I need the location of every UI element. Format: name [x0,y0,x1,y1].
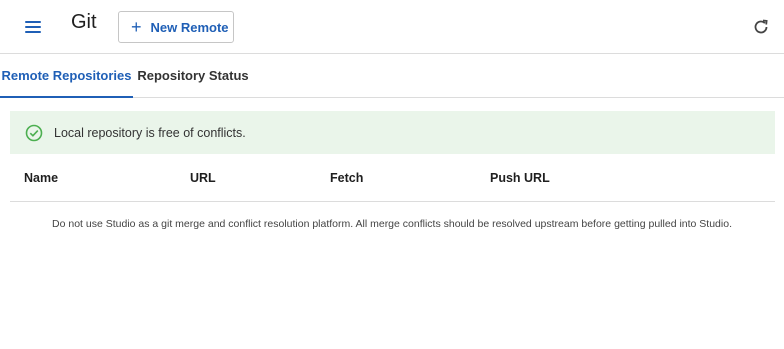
tab-remote-repositories[interactable]: Remote Repositories [0,55,133,98]
hamburger-menu-icon[interactable] [22,16,48,38]
tab-repository-status[interactable]: Repository Status [133,55,253,98]
column-header-name: Name [24,171,59,185]
status-message: Local repository is free of conflicts. [54,125,246,140]
new-remote-button[interactable]: + New Remote [118,11,234,43]
app-header: Git + New Remote [0,0,784,54]
column-header-fetch: Fetch [330,171,364,185]
check-circle-icon [25,124,43,141]
remotes-table-header: Name URL Fetch Push URL [10,165,775,202]
column-header-url: URL [190,171,216,185]
status-alert: Local repository is free of conflicts. [10,111,775,154]
conflict-note: Do not use Studio as a git merge and con… [52,218,732,230]
plus-icon: + [131,17,142,37]
new-remote-label: New Remote [150,19,229,35]
tab-bar: Remote Repositories Repository Status [0,55,784,98]
page-title: Git [71,11,97,33]
refresh-icon[interactable] [751,17,771,37]
column-header-push-url: Push URL [490,171,550,185]
